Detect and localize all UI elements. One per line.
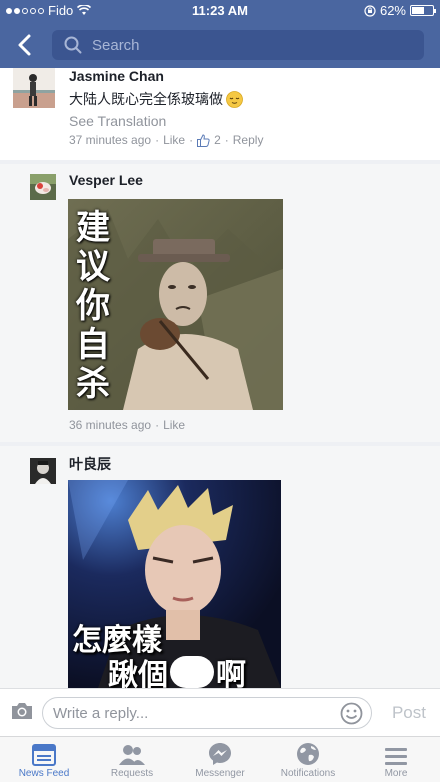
tab-news-feed[interactable]: News Feed [0, 737, 88, 782]
separator-dot: · [155, 133, 160, 147]
messenger-icon [209, 743, 231, 765]
globe-icon [297, 743, 319, 765]
tab-messenger[interactable]: Messenger [176, 737, 264, 782]
search-icon [64, 36, 82, 54]
comment-item: Jasmine Chan 大陆人既心完全係玻璃做 See Translation… [0, 68, 440, 160]
tab-more[interactable]: More [352, 737, 440, 782]
avatar[interactable] [30, 458, 56, 484]
comment-author[interactable]: Jasmine Chan [69, 68, 164, 84]
camera-icon[interactable] [10, 701, 34, 721]
comment-time: 36 minutes ago [69, 418, 152, 432]
search-placeholder: Search [92, 36, 140, 54]
comment-image-sticker[interactable]: 怎麼樣 踿個 啊 [68, 480, 281, 688]
thumbs-up-icon [197, 133, 210, 147]
screen: Fido 11:23 AM 62% Search Jasmine Chan 大陆… [0, 0, 440, 782]
tab-requests[interactable]: Requests [88, 737, 176, 782]
comment-feed[interactable]: Jasmine Chan 大陆人既心完全係玻璃做 See Translation… [0, 68, 440, 688]
comment-text-content: 大陆人既心完全係玻璃做 [69, 91, 223, 107]
comment-item: Vesper Lee 建议你自杀 36 minutes ago · Like [0, 164, 440, 442]
separator-dot: · [189, 133, 194, 147]
battery-percent: 62% [379, 3, 406, 18]
status-bar: Fido 11:23 AM 62% [0, 0, 440, 22]
comment-author[interactable]: Vesper Lee [69, 172, 143, 188]
tab-label: News Feed [18, 768, 70, 779]
separator-dot: · [155, 418, 160, 432]
post-button[interactable]: Post [392, 703, 426, 723]
image-caption: 建议你自杀 [76, 208, 110, 404]
smiley-icon[interactable] [340, 702, 363, 725]
comment-meta: 36 minutes ago · Like [69, 418, 185, 432]
censor-blob [170, 656, 214, 688]
comment-author[interactable]: 叶良辰 [69, 454, 111, 474]
comment-image-sticker[interactable]: 建议你自杀 [68, 199, 283, 410]
like-count: 2 [214, 133, 221, 147]
relieved-face-emoji-icon [226, 90, 243, 108]
reply-placeholder: Write a reply... [53, 705, 149, 722]
tab-bar: News Feed Requests Messenger Notificatio… [0, 736, 440, 782]
tab-label: Messenger [195, 768, 245, 779]
tab-notifications[interactable]: Notifications [264, 737, 352, 782]
reply-link[interactable]: Reply [233, 133, 264, 147]
news-feed-icon [32, 744, 56, 766]
orientation-lock-icon [364, 4, 376, 17]
like-link[interactable]: Like [163, 418, 185, 432]
menu-icon [385, 748, 407, 765]
caption-text: 啊 [216, 658, 246, 688]
tab-label: Notifications [280, 768, 336, 779]
nav-bar: Search [0, 22, 440, 68]
comment-time: 37 minutes ago [69, 133, 152, 147]
battery-group: 62% [364, 3, 436, 18]
comment-item: 叶良辰 怎麼樣 踿個 啊 [0, 446, 440, 688]
reply-input[interactable]: Write a reply... [42, 697, 372, 729]
see-translation-link[interactable]: See Translation [69, 113, 166, 129]
search-input[interactable]: Search [52, 30, 424, 60]
avatar[interactable] [30, 174, 56, 200]
back-button[interactable] [10, 30, 40, 60]
tab-label: Requests [110, 768, 154, 779]
comment-meta: 37 minutes ago · Like · 2 · Reply [69, 133, 263, 147]
caption-text: 踿個 [108, 658, 168, 688]
avatar[interactable] [13, 68, 55, 108]
battery-icon [410, 5, 436, 16]
like-link[interactable]: Like [163, 133, 185, 147]
tab-label: More [384, 768, 408, 779]
comment-text: 大陆人既心完全係玻璃做 [69, 89, 243, 109]
reply-composer: Write a reply... Post [0, 688, 440, 736]
separator-dot: · [224, 133, 229, 147]
image-caption-line-2: 踿個 啊 [108, 650, 246, 688]
friends-icon [119, 745, 145, 765]
chevron-left-icon [18, 34, 31, 56]
